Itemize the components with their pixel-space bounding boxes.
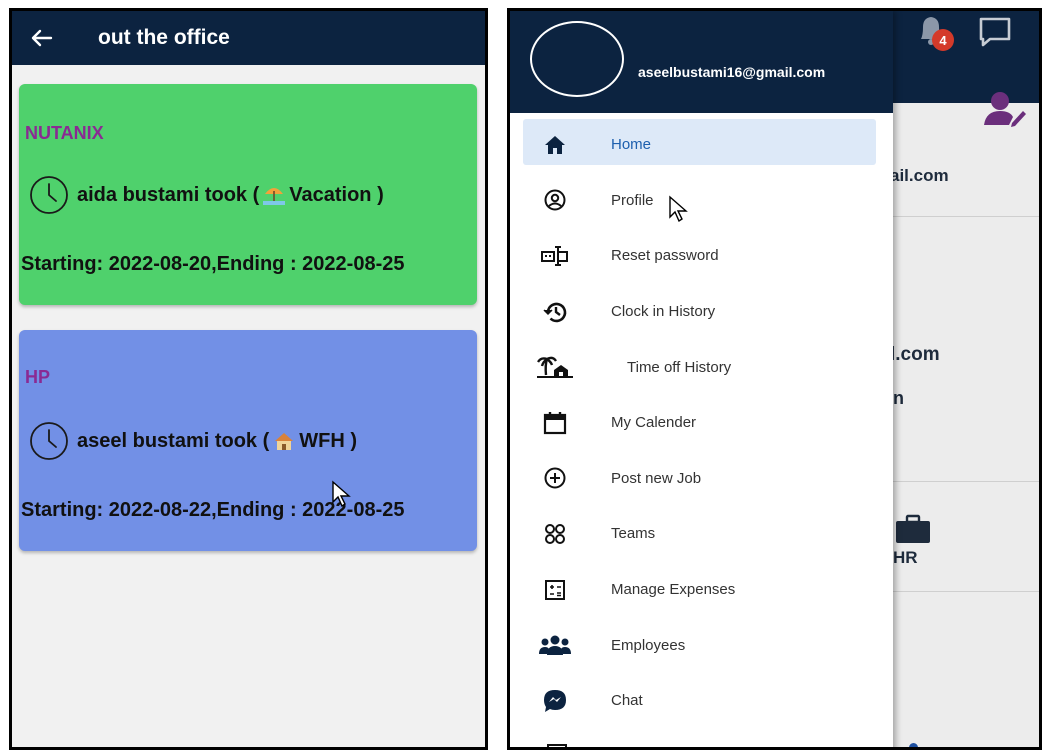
bottom-indicator-dot	[909, 743, 918, 747]
profile-icon	[533, 188, 577, 212]
mouse-cursor-icon	[669, 195, 688, 223]
menu-item-employees[interactable]: Employees	[510, 617, 893, 673]
partial-menu-icon	[547, 744, 567, 747]
menu-item-label: Home	[611, 136, 652, 154]
menu-item-profile[interactable]: Profile	[510, 173, 893, 229]
person-text: aseel bustami took (	[77, 429, 270, 452]
divider	[890, 216, 1039, 217]
menu-item-label: Reset password	[611, 247, 719, 265]
company-name: NUTANIX	[25, 123, 104, 143]
briefcase-icon	[896, 514, 930, 543]
beach-umbrella-icon	[263, 188, 286, 205]
menu-item-label: Manage Expenses	[611, 581, 736, 599]
navigation-drawer-screen: 4 ail.com l.com n HR aseelbustami16@gmai…	[507, 8, 1042, 750]
drawer-menu: Home Profile Reset password Clock in His…	[510, 117, 893, 729]
menu-item-label: Teams	[611, 525, 656, 543]
chat-bubble-icon	[979, 17, 1011, 47]
clock-icon	[30, 422, 68, 460]
teams-icon	[533, 522, 577, 546]
person-text: aida bustami took (	[77, 183, 260, 206]
avatar[interactable]	[530, 21, 624, 97]
background-email-fragment: ail.com	[890, 166, 949, 185]
home-icon	[533, 134, 577, 156]
house-icon	[275, 433, 294, 450]
company-name: HP	[25, 367, 51, 387]
navigation-drawer: aseelbustami16@gmail.com Home Profile Re…	[510, 11, 893, 747]
menu-item-teams[interactable]: Teams	[510, 506, 893, 562]
background-email-fragment: l.com	[890, 344, 940, 365]
time-off-type: WFH )	[299, 429, 358, 452]
menu-item-post-new-job[interactable]: Post new Job	[510, 451, 893, 507]
user-email: aseelbustami16@gmail.com	[638, 64, 826, 80]
menu-item-label: Chat	[611, 692, 643, 710]
menu-item-label: My Calender	[611, 414, 697, 432]
menu-item-label: Time off History	[627, 358, 732, 376]
hr-label[interactable]: HR	[893, 548, 918, 568]
menu-item-home[interactable]: Home	[510, 117, 893, 173]
clock-icon	[30, 176, 68, 214]
time-off-summary: aida bustami took ( Vacation )	[29, 175, 384, 215]
menu-item-label: Post new Job	[611, 469, 702, 487]
notification-count: 4	[939, 32, 947, 48]
notification-badge: 4	[932, 29, 954, 51]
out-of-office-screen: out the office NUTANIX aida bustami took…	[9, 8, 488, 750]
menu-item-time-off-history[interactable]: Time off History	[510, 339, 893, 395]
notification-button[interactable]: 4	[915, 13, 961, 53]
date-range: Starting: 2022-08-20,Ending : 2022-08-25	[21, 253, 405, 275]
menu-item-label: Employees	[611, 636, 686, 654]
chat-button[interactable]	[976, 15, 1016, 51]
back-button[interactable]	[12, 29, 72, 47]
menu-item-manage-expenses[interactable]: Manage Expenses	[510, 562, 893, 618]
menu-item-label: Clock in History	[611, 303, 716, 321]
page-title: out the office	[98, 26, 230, 49]
background-text-fragment: n	[893, 388, 904, 408]
calculator-icon	[533, 578, 577, 602]
history-icon	[533, 300, 577, 324]
time-off-type: Vacation )	[289, 183, 384, 206]
employees-icon	[533, 633, 577, 657]
divider	[890, 591, 1039, 592]
menu-item-label: Profile	[611, 191, 654, 209]
menu-item-clock-in-history[interactable]: Clock in History	[510, 284, 893, 340]
arrow-left-icon	[31, 29, 53, 47]
drawer-header: aseelbustami16@gmail.com	[510, 11, 893, 113]
add-circle-icon	[533, 466, 577, 490]
divider	[890, 481, 1039, 482]
reset-password-icon	[533, 245, 577, 267]
messenger-icon	[533, 688, 577, 714]
time-off-summary: aseel bustami took ( WFH )	[29, 421, 357, 461]
menu-item-reset-password[interactable]: Reset password	[510, 228, 893, 284]
time-off-card[interactable]: NUTANIX aida bustami took ( Vacation ) S…	[19, 84, 477, 305]
mouse-cursor-icon	[332, 480, 351, 508]
app-bar: out the office	[12, 11, 485, 65]
calendar-icon	[533, 411, 577, 435]
menu-item-my-calender[interactable]: My Calender	[510, 395, 893, 451]
manage-user-icon	[984, 92, 1026, 127]
beach-icon	[533, 355, 577, 379]
menu-item-chat[interactable]: Chat	[510, 673, 893, 729]
time-off-card[interactable]: HP aseel bustami took ( WFH ) Starting: …	[19, 330, 477, 551]
